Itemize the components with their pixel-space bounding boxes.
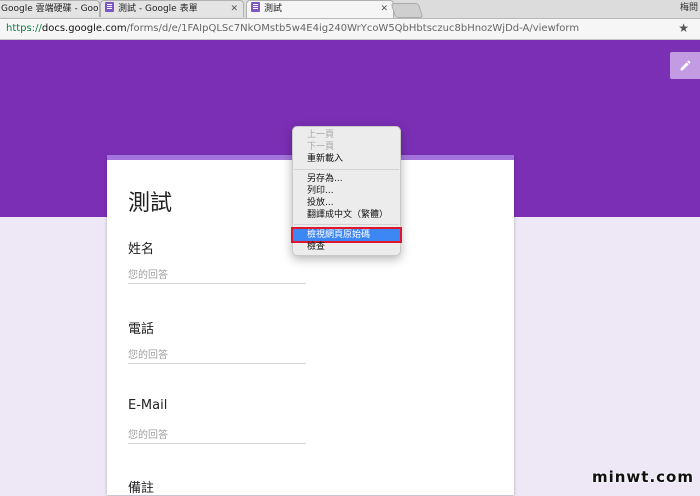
edit-button[interactable] [670, 52, 700, 79]
question-email-label: E-Mail [128, 398, 168, 413]
form-title: 測試 [128, 191, 173, 216]
tab-label: 測試 - Google 表單 [118, 4, 198, 14]
new-tab-button[interactable] [390, 3, 424, 18]
menu-item-cast[interactable]: 投放... [293, 197, 400, 209]
menu-item-back[interactable]: 上一頁 [293, 129, 400, 141]
menu-item-forward[interactable]: 下一頁 [293, 141, 400, 153]
bookmark-star-icon[interactable]: ★ [678, 20, 689, 36]
url-text[interactable]: https://docs.google.com/forms/d/e/1FAIpQ… [6, 21, 579, 36]
close-icon[interactable]: ✕ [380, 1, 388, 17]
url-scheme: https:// [6, 23, 42, 34]
question-note-label: 備註 [128, 481, 155, 496]
profile-label[interactable]: 梅問 [680, 0, 698, 16]
tab-strip: Google 雲端硬碟 - Google 雲端硬... 測試 - Google … [0, 0, 700, 19]
site-watermark: minwt.com [591, 468, 694, 486]
menu-separator [294, 169, 399, 170]
menu-item-reload[interactable]: 重新載入 [293, 153, 400, 165]
menu-item-translate[interactable]: 翻譯成中文（繁體） [293, 209, 400, 221]
tab-active-form[interactable]: 測試 ✕ [246, 0, 394, 18]
question-name-label: 姓名 [128, 242, 155, 257]
menu-item-save-as[interactable]: 另存為... [293, 173, 400, 185]
address-bar[interactable]: https://docs.google.com/forms/d/e/1FAIpQ… [0, 19, 700, 40]
menu-item-view-source[interactable]: 檢視網頁原始碼 [291, 227, 402, 243]
pencil-icon [680, 60, 690, 71]
tab-label: 測試 [264, 4, 283, 14]
menu-item-print[interactable]: 列印... [293, 185, 400, 197]
name-input[interactable]: 您的回答 [128, 269, 306, 284]
tab-google-drive[interactable]: Google 雲端硬碟 - Google 雲端硬... [0, 0, 100, 17]
tab-google-forms[interactable]: 測試 - Google 表單 ✕ [100, 0, 244, 17]
google-forms-icon [251, 2, 260, 12]
tab-label: Google 雲端硬碟 - Google 雲端硬... [1, 4, 99, 14]
menu-separator [294, 224, 399, 225]
url-host: docs.google.com [41, 23, 127, 34]
url-path: /forms/d/e/1FAIpQLSc7NkOMstb5w4E4ig240Wr… [126, 23, 580, 34]
phone-input[interactable]: 您的回答 [128, 349, 306, 364]
email-input[interactable]: 您的回答 [128, 429, 306, 444]
question-phone-label: 電話 [128, 322, 155, 337]
close-icon[interactable]: ✕ [230, 1, 238, 17]
google-forms-icon [105, 2, 114, 12]
context-menu: 上一頁 下一頁 重新載入 另存為... 列印... 投放... 翻譯成中文（繁體… [291, 126, 402, 256]
menu-item-inspect[interactable]: 檢查 [293, 241, 400, 253]
